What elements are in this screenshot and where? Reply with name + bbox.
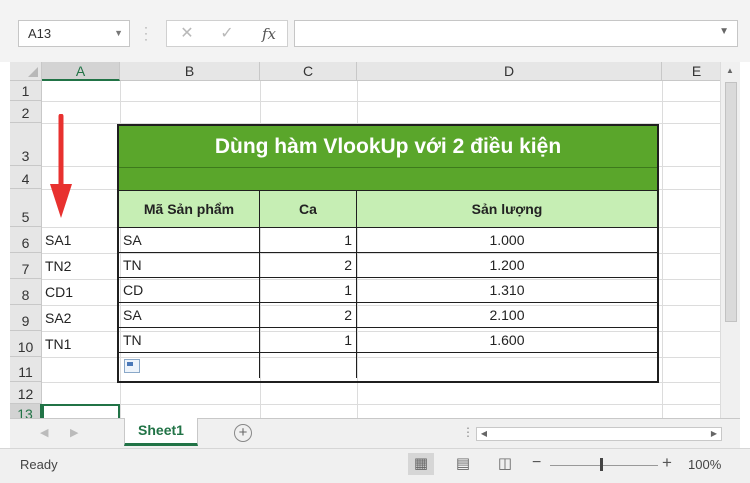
table-cell-shift[interactable]: 2 (260, 303, 357, 328)
chevron-down-icon[interactable]: ▼ (114, 21, 123, 46)
gridline (42, 101, 725, 102)
table-cell-output[interactable]: 1.310 (357, 278, 657, 303)
scroll-left-icon[interactable]: ◀ (477, 428, 491, 440)
data-table: Dùng hàm VlookUp với 2 điều kiện Mã Sản … (117, 124, 659, 383)
tab-split-handle-icon[interactable]: ⋮ (462, 425, 474, 439)
table-cell-code[interactable]: SA (119, 303, 260, 328)
formula-input[interactable]: ▼ (294, 20, 738, 47)
zoom-out-icon[interactable]: − (532, 454, 541, 472)
header-shift[interactable]: Ca (260, 191, 357, 228)
cell-a6[interactable]: SA1 (45, 232, 71, 248)
table-cell-code[interactable]: TN (119, 328, 260, 353)
insert-function-button[interactable]: fx (257, 24, 281, 44)
down-arrow-icon (50, 114, 72, 218)
gridline (42, 404, 725, 405)
table-cell-shift[interactable]: 1 (260, 228, 357, 253)
gridline (662, 81, 663, 418)
name-box[interactable]: A13 ▼ (18, 20, 130, 47)
zoom-level[interactable]: 100% (688, 457, 721, 472)
expand-formula-icon[interactable]: ▼ (719, 26, 729, 37)
row-header-12[interactable]: 12 (10, 382, 42, 404)
formula-buttons: ✕ ✓ fx (166, 20, 288, 47)
column-header-c[interactable]: C (260, 62, 357, 81)
name-box-value: A13 (28, 26, 52, 41)
active-cell-a13[interactable] (42, 404, 120, 418)
drag-handle-icon[interactable]: · · · (143, 21, 149, 45)
table-cell-shift[interactable]: 2 (260, 253, 357, 278)
row-header-4[interactable]: 4 (10, 166, 42, 189)
table-cell-output[interactable]: 1.200 (357, 253, 657, 278)
row-header-9[interactable]: 9 (10, 305, 42, 331)
table-cell-shift[interactable]: 1 (260, 278, 357, 303)
table-cell-output[interactable]: 2.100 (357, 303, 657, 328)
select-all-corner[interactable] (10, 62, 42, 81)
column-header-d[interactable]: D (357, 62, 662, 81)
zoom-in-icon[interactable]: + (662, 453, 672, 473)
sheet-tab-sheet1[interactable]: Sheet1 (124, 418, 198, 446)
zoom-slider[interactable] (550, 465, 658, 466)
table-cell-code[interactable]: SA (119, 228, 260, 253)
prev-sheet-icon[interactable]: ◀ (40, 426, 48, 439)
table-cell-code[interactable]: CD (119, 278, 260, 303)
table-cell-shift[interactable]: 1 (260, 328, 357, 353)
table-cell-empty[interactable] (119, 353, 260, 378)
next-sheet-icon[interactable]: ▶ (70, 426, 78, 439)
worksheet-grid[interactable]: A B C D E 1 2 3 4 5 6 7 8 9 10 11 12 13 … (10, 62, 725, 418)
cell-a7[interactable]: TN2 (45, 258, 71, 274)
cancel-icon[interactable]: ✕ (175, 24, 199, 44)
header-product-code[interactable]: Mã Sản phẩm (119, 191, 260, 228)
column-header-b[interactable]: B (120, 62, 260, 81)
row-header-1[interactable]: 1 (10, 81, 42, 101)
table-cell-output[interactable]: 1.600 (357, 328, 657, 353)
table-cell-empty[interactable] (260, 353, 357, 378)
row-header-5[interactable]: 5 (10, 189, 42, 227)
vertical-scrollbar[interactable]: ▲ (720, 62, 740, 418)
table-title[interactable]: Dùng hàm VlookUp với 2 điều kiện (119, 126, 657, 168)
row-header-2[interactable]: 2 (10, 101, 42, 123)
scroll-right-icon[interactable]: ▶ (707, 428, 721, 440)
horizontal-scrollbar[interactable]: ◀ ▶ (476, 427, 722, 441)
table-cell-code[interactable]: TN (119, 253, 260, 278)
row-header-3[interactable]: 3 (10, 123, 42, 166)
plus-circle-icon[interactable]: + (234, 424, 252, 442)
table-cell-empty[interactable] (357, 353, 657, 378)
row-header-11[interactable]: 11 (10, 357, 42, 382)
paste-options-icon[interactable] (124, 359, 140, 373)
normal-view-icon[interactable]: ▦ (408, 453, 434, 475)
sheet-tabs-bar: ◀ ▶ Sheet1 + ⋮ ◀ ▶ (10, 418, 740, 448)
formula-bar: A13 ▼ · · · ✕ ✓ fx ▼ (0, 0, 750, 62)
row-header-13[interactable]: 13 (10, 404, 42, 418)
vertical-scroll-thumb[interactable] (725, 82, 737, 322)
zoom-slider-thumb[interactable] (600, 458, 603, 471)
status-ready: Ready (20, 457, 58, 472)
scroll-up-icon[interactable]: ▲ (726, 66, 734, 75)
row-header-10[interactable]: 10 (10, 331, 42, 357)
enter-icon[interactable]: ✓ (215, 24, 239, 44)
row-header-7[interactable]: 7 (10, 253, 42, 279)
status-bar: Ready ▦ ▤ ◫ − + 100% (0, 448, 750, 483)
cell-a8[interactable]: CD1 (45, 284, 73, 300)
row-header-8[interactable]: 8 (10, 279, 42, 305)
column-header-e[interactable]: E (662, 62, 725, 81)
title-band-row4[interactable] (119, 168, 657, 191)
table-cell-output[interactable]: 1.000 (357, 228, 657, 253)
row-header-6[interactable]: 6 (10, 227, 42, 253)
page-break-view-icon[interactable]: ◫ (492, 453, 518, 475)
cell-a10[interactable]: TN1 (45, 336, 71, 352)
page-layout-view-icon[interactable]: ▤ (450, 453, 476, 475)
column-header-a[interactable]: A (42, 62, 120, 81)
header-output[interactable]: Sản lượng (357, 191, 657, 228)
cell-a9[interactable]: SA2 (45, 310, 71, 326)
